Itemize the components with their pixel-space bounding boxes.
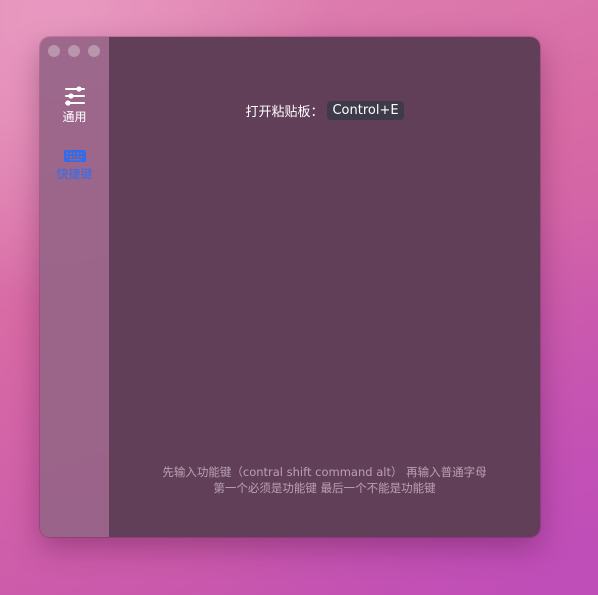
sidebar: 通用 快捷键 — [40, 37, 109, 537]
sliders-icon — [64, 86, 85, 106]
sidebar-item-label: 通用 — [62, 110, 87, 124]
hotkey-recorder[interactable]: Control+E — [327, 101, 404, 120]
hint-line-1: 先输入功能键（contral shift command alt） 再输入普通字… — [162, 465, 487, 479]
hint-text: 先输入功能键（contral shift command alt） 再输入普通字… — [109, 464, 540, 496]
sidebar-item-general[interactable]: 通用 — [40, 86, 109, 125]
keyboard-icon — [63, 150, 86, 162]
hotkey-row: 打开粘贴板： Control+E — [109, 101, 540, 120]
minimize-window-button[interactable] — [68, 45, 80, 57]
hotkey-label: 打开粘贴板： — [245, 105, 324, 120]
window-controls — [48, 45, 100, 57]
preferences-window: 通用 快捷键 打开粘贴板： Control+E 先输入功能键（contral s… — [40, 37, 540, 537]
sidebar-item-shortcuts[interactable]: 快捷键 — [40, 149, 109, 182]
main-panel: 打开粘贴板： Control+E 先输入功能键（contral shift co… — [109, 37, 540, 537]
sidebar-item-label: 快捷键 — [56, 167, 93, 181]
hint-line-2: 第一个必须是功能键 最后一个不能是功能键 — [213, 481, 436, 495]
zoom-window-button[interactable] — [88, 45, 100, 57]
close-window-button[interactable] — [48, 45, 60, 57]
